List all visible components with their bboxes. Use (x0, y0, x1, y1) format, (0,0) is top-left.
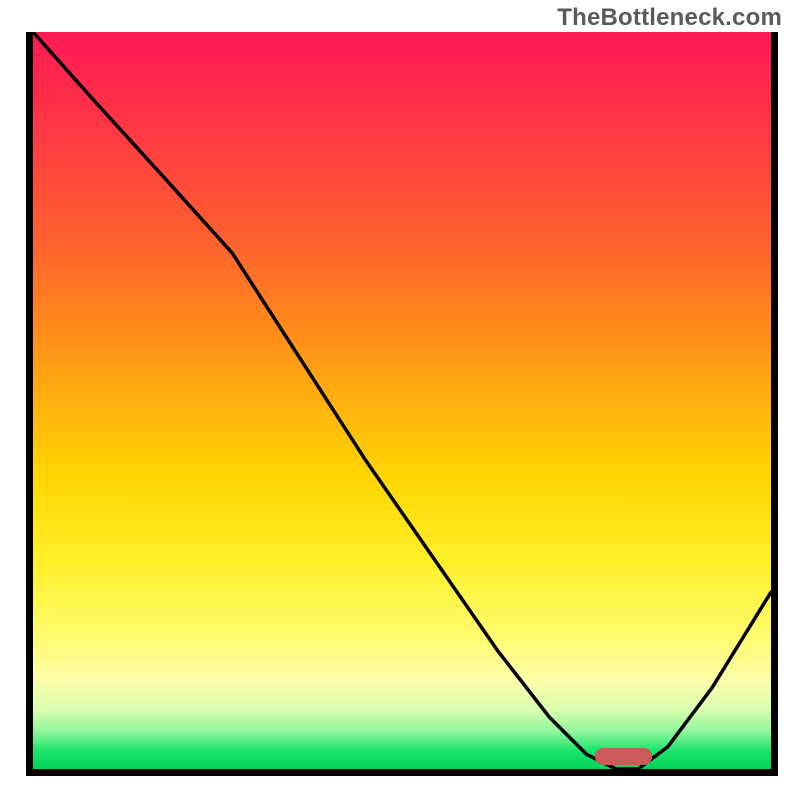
watermark-text: TheBottleneck.com (557, 4, 782, 32)
optimal-range-marker (595, 748, 652, 765)
bottleneck-curve (33, 32, 771, 769)
plot-area (26, 32, 778, 776)
chart-frame: TheBottleneck.com (0, 0, 800, 800)
